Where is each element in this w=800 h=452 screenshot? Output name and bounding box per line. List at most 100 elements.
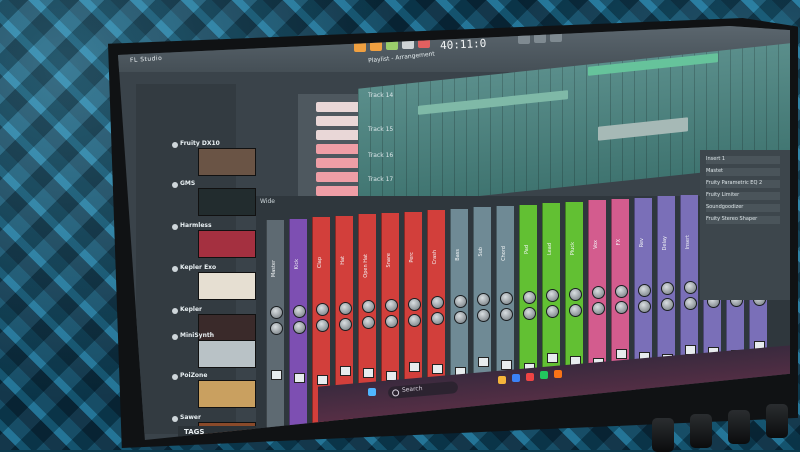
fader-handle[interactable] (340, 365, 351, 376)
mixer-strip-pluck[interactable]: Pluck (565, 201, 583, 386)
mixer-strip-master[interactable]: Master (266, 220, 284, 430)
pan-knob[interactable] (293, 304, 306, 318)
volume-knob[interactable] (316, 319, 329, 333)
volume-knob[interactable] (684, 296, 697, 310)
fader-handle[interactable] (501, 360, 512, 370)
fader-handle[interactable] (478, 357, 489, 368)
mixer-strip-pad[interactable]: Pad (519, 204, 537, 393)
pan-knob[interactable] (362, 300, 375, 314)
fader-handle[interactable] (363, 368, 374, 379)
volume-knob[interactable] (270, 322, 283, 335)
insert-slot[interactable]: Fruity Stereo Shaper (706, 216, 780, 224)
pan-knob[interactable] (316, 303, 329, 317)
volume-knob[interactable] (431, 312, 444, 326)
volume-knob[interactable] (592, 302, 605, 316)
mixer-strip-label: Rev (639, 237, 645, 247)
plugin-thumbnail (198, 380, 256, 408)
volume-knob[interactable] (339, 317, 352, 331)
mixer-strip-vox[interactable]: Vox (588, 200, 606, 383)
insert-slot[interactable]: Mastet (706, 168, 780, 176)
mixer-strip-insert[interactable]: Insert (680, 194, 698, 369)
browser-item-harmless[interactable]: Harmless (180, 222, 212, 229)
taskbar-app-icon[interactable] (540, 371, 548, 379)
pan-knob[interactable] (684, 280, 697, 294)
volume-knob[interactable] (569, 303, 582, 317)
mixer-strip-fx[interactable]: FX (611, 199, 629, 379)
pan-knob[interactable] (638, 283, 651, 297)
browser-item-minisynth[interactable]: MiniSynth (180, 332, 214, 339)
volume-knob[interactable] (293, 320, 306, 334)
pan-knob[interactable] (339, 301, 352, 315)
volume-knob[interactable] (661, 298, 674, 312)
mixer-insert-panel: Insert 1 Mastet Fruity Parametric EQ 2 F… (700, 150, 790, 300)
browser-item-poizone[interactable]: PoiZone (180, 372, 207, 379)
pan-knob[interactable] (454, 294, 467, 308)
pan-knob[interactable] (270, 306, 283, 319)
volume-knob[interactable] (615, 301, 628, 314)
browser-item-sawer[interactable]: Sawer (180, 414, 201, 421)
mixer-strip-label: Crash (432, 250, 438, 265)
pan-knob[interactable] (408, 297, 421, 311)
pan-knob[interactable] (431, 296, 444, 310)
mixer-strip-sub[interactable]: Sub (473, 207, 491, 400)
fader-handle[interactable] (547, 353, 558, 364)
mixer-strip-rev[interactable]: Rev (634, 197, 652, 376)
pan-knob[interactable] (592, 286, 605, 300)
search-icon (391, 389, 400, 397)
volume-knob[interactable] (477, 309, 490, 323)
controller-knob[interactable] (728, 410, 750, 444)
volume-knob[interactable] (523, 306, 536, 320)
fader-handle[interactable] (294, 372, 305, 383)
volume-knob[interactable] (638, 299, 651, 313)
browser-item-fruity-dx10[interactable]: Fruity DX10 (180, 140, 220, 147)
browser-item-kepler-exo[interactable]: Kepler Exo (180, 264, 216, 271)
controller-knob[interactable] (766, 404, 788, 438)
taskbar-app-icon[interactable] (498, 376, 506, 384)
taskbar-app-icon[interactable] (554, 370, 562, 378)
pan-knob[interactable] (385, 299, 398, 312)
insert-slot[interactable]: Fruity Parametric EQ 2 (706, 180, 780, 188)
fader-handle[interactable] (409, 361, 420, 372)
search-label: Search (401, 385, 423, 394)
mixer-strip-label: Sub (478, 247, 484, 257)
mixer-strip-lead[interactable]: Lead (542, 203, 560, 390)
fader-handle[interactable] (616, 349, 627, 359)
browser-item-gms[interactable]: GMS (180, 180, 195, 187)
track-label: Track 17 (368, 176, 394, 183)
mixer-strip-kick[interactable]: Kick (289, 218, 307, 427)
volume-knob[interactable] (385, 315, 398, 328)
pan-knob[interactable] (569, 287, 582, 301)
fader-handle[interactable] (432, 364, 443, 375)
mixer-strip-chord[interactable]: Chord (496, 206, 514, 396)
insert-slot[interactable]: Fruity Limiter (706, 192, 780, 200)
windows-start-icon[interactable] (368, 388, 376, 396)
mixer-strip-label: Pluck (570, 241, 576, 256)
mixer-strip-label: Bass (455, 248, 461, 261)
app-title: FL Studio (129, 54, 163, 65)
taskbar-app-icon[interactable] (526, 373, 534, 381)
pan-knob[interactable] (661, 282, 674, 296)
browser-item-kepler[interactable]: Kepler (180, 306, 202, 313)
mixer-strip-label: Open Hat (363, 254, 369, 279)
controller-knob[interactable] (652, 418, 674, 452)
volume-knob[interactable] (408, 313, 421, 327)
plugin-thumbnail (198, 340, 256, 368)
gear-icon (172, 374, 178, 380)
insert-slot[interactable]: Soundgoodizer (706, 204, 780, 212)
pan-knob[interactable] (615, 285, 628, 298)
volume-knob[interactable] (546, 305, 559, 319)
controller-knob[interactable] (690, 414, 712, 448)
fl-studio-screen: FL Studio 40:11:0 Fruity DX10 GMS Harmle… (118, 26, 790, 440)
fader-handle[interactable] (317, 375, 328, 386)
pan-knob[interactable] (477, 293, 490, 307)
pan-knob[interactable] (546, 289, 559, 303)
insert-slot[interactable]: Insert 1 (706, 156, 780, 164)
pan-knob[interactable] (523, 290, 536, 304)
fader-handle[interactable] (271, 370, 282, 380)
taskbar-app-icon[interactable] (512, 374, 520, 382)
mixer-strip-delay[interactable]: Delay (657, 196, 675, 373)
volume-knob[interactable] (362, 316, 375, 330)
volume-knob[interactable] (454, 310, 467, 324)
volume-knob[interactable] (500, 308, 513, 321)
pan-knob[interactable] (500, 292, 513, 305)
